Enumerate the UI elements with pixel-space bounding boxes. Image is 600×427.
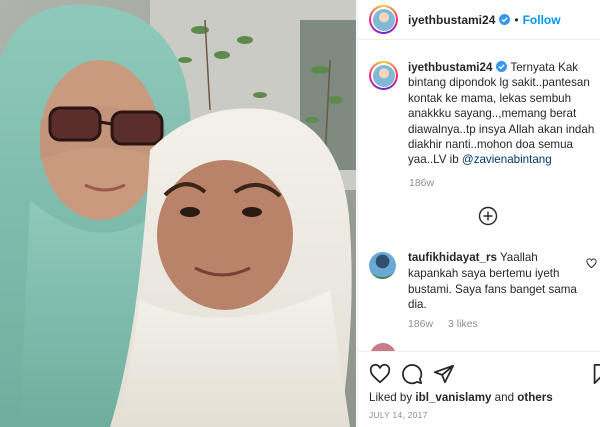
comment-likes[interactable]: 3 likes [448, 318, 478, 330]
liked-by-connector: and [491, 391, 518, 404]
post-image [0, 0, 356, 427]
post-photo[interactable] [0, 0, 356, 427]
caption-avatar[interactable] [369, 61, 398, 90]
caption-timestamp[interactable]: 186w [409, 177, 434, 189]
follow-button[interactable]: Follow [523, 13, 561, 27]
profile-avatar[interactable] [369, 5, 398, 34]
post-actions: Liked by ibl_vanislamy and others JULY 1… [358, 351, 600, 427]
heart-icon[interactable] [369, 363, 391, 385]
comment-item: taufikhidayat_rs Yaallah kapankah saya b… [369, 250, 597, 313]
comment-bubble-icon[interactable] [401, 363, 423, 385]
comment-meta: 186w 3 likes [408, 318, 490, 330]
comment-username[interactable]: taufikhidayat_rs [408, 251, 497, 264]
plus-circle-icon[interactable] [478, 206, 498, 226]
liked-by-user[interactable]: ibl_vanislamy [415, 391, 491, 404]
comment-text: taufikhidayat_rs Yaallah kapankah saya b… [408, 250, 590, 313]
post-caption: iyethbustami24 Ternyata Kak bintang dipo… [369, 60, 597, 168]
caption-text: iyethbustami24 Ternyata Kak bintang dipo… [408, 60, 597, 168]
comment-timestamp[interactable]: 186w [408, 318, 433, 330]
post-sidebar: iyethbustami24 • Follow iyethbustami24 T… [357, 0, 600, 427]
paper-plane-icon[interactable] [433, 363, 455, 385]
caption-username[interactable]: iyethbustami24 [408, 61, 492, 74]
separator-dot: • [514, 12, 519, 27]
post-header: iyethbustami24 • Follow [358, 0, 600, 40]
caption-body: Ternyata Kak bintang dipondok lg sakit..… [408, 61, 595, 167]
liked-by: Liked by ibl_vanislamy and others [369, 391, 553, 404]
verified-badge-icon [499, 14, 511, 25]
caption-mention[interactable]: @zavienabintang [462, 153, 552, 166]
bookmark-icon[interactable] [590, 363, 600, 385]
heart-icon[interactable] [586, 258, 597, 269]
next-comment-avatar [370, 343, 396, 351]
liked-by-others[interactable]: others [517, 391, 552, 404]
commenter-avatar[interactable] [369, 252, 396, 279]
post-username[interactable]: iyethbustami24 [408, 13, 495, 27]
liked-by-prefix: Liked by [369, 391, 416, 404]
verified-badge-icon [496, 61, 508, 72]
post-date[interactable]: JULY 14, 2017 [369, 410, 428, 420]
